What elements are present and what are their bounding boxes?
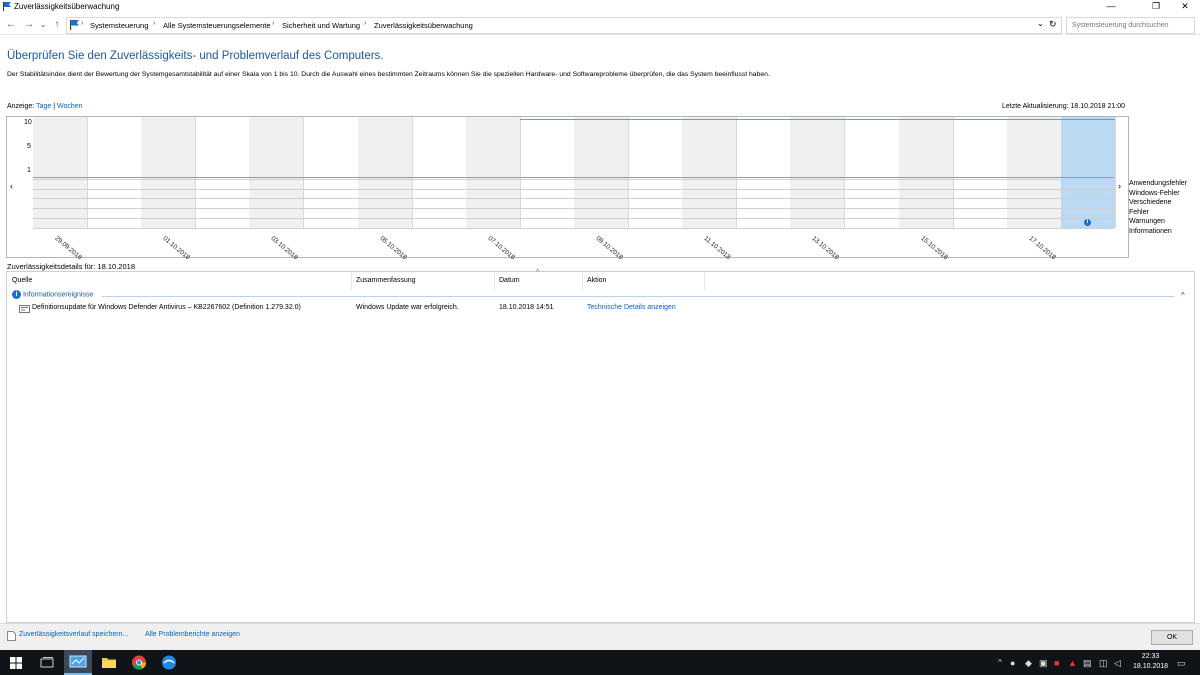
search-placeholder: Systemsteuerung durchsuchen (1072, 22, 1169, 29)
title-bar: Zuverlässigkeitsüberwachung — ❐ ✕ (0, 0, 1200, 14)
row-date: 18.10.2018 14:51 (499, 304, 554, 311)
notification-icon[interactable]: ▭ (1177, 658, 1186, 669)
breadcrumb-systemsteuerung[interactable]: Systemsteuerung (90, 21, 148, 30)
x-tick-label: 01.10.2018 (161, 235, 192, 262)
x-tick-label: 03.10.2018 (269, 235, 300, 262)
view-selector: Anzeige: Tage | Wochen (7, 103, 83, 110)
x-tick-label: 29.09.2018 (53, 235, 83, 262)
legend-anwendungsfehler: Anwendungsfehler (1129, 180, 1187, 187)
x-tick-label: 15.10.2018 (919, 235, 949, 262)
date-axis: 29.09.2018 01.10.2018 03.10.2018 05.10.2018… (7, 117, 1128, 261)
window-title: Zuverlässigkeitsüberwachung (14, 2, 120, 11)
restore-button[interactable]: ❐ (1141, 0, 1171, 14)
details-label: Zuverlässigkeitsdetails für: 18.10.2018 (7, 262, 135, 271)
taskbar: ^ ● ◆ ▣ ■ ▲ ▤ ◫ ◁ 22:33 18.10.2018 ▭ (0, 650, 1200, 675)
x-tick-label: 07.10.2018 (486, 235, 516, 262)
breadcrumb-separator: › (153, 20, 156, 27)
forward-button[interactable]: → (22, 18, 36, 31)
breadcrumb[interactable]: › Systemsteuerung › Alle Systemsteuerung… (66, 17, 1062, 34)
table-row[interactable]: Definitionsupdate für Windows Defender A… (7, 272, 1194, 316)
taskbar-active-app[interactable] (64, 650, 92, 675)
usb-icon[interactable]: ▣ (1039, 658, 1048, 669)
address-bar: ← → ⌄ ↑ › Systemsteuerung › Alle Systems… (0, 15, 1200, 35)
view-label: Anzeige: (7, 103, 35, 110)
clock[interactable]: 22:33 18.10.2018 (1133, 652, 1168, 672)
up-button[interactable]: ↑ (50, 18, 64, 31)
app-icon[interactable] (160, 654, 178, 671)
x-tick-label: 09.10.2018 (594, 235, 624, 262)
windows-start-icon[interactable] (10, 657, 22, 669)
breadcrumb-sicherheit-wartung[interactable]: Sicherheit und Wartung (282, 21, 360, 30)
x-tick-label: 05.10.2018 (378, 235, 408, 262)
volume-icon[interactable]: ◁ (1114, 658, 1121, 669)
view-weeks-link[interactable]: Wochen (57, 103, 83, 110)
row-summary: Windows Update war erfolgreich. (356, 304, 459, 311)
refresh-icon[interactable]: ↻ (1049, 19, 1057, 30)
x-tick-label: 11.10.2018 (702, 235, 732, 261)
legend-windows-fehler: Windows-Fehler (1129, 189, 1180, 197)
all-problem-reports-link[interactable]: Alle Problemberichte anzeigen (145, 631, 240, 638)
breadcrumb-alle-elemente[interactable]: Alle Systemsteuerungselemente (163, 21, 271, 30)
chrome-icon[interactable] (130, 654, 148, 671)
ok-button[interactable]: OK (1151, 630, 1193, 645)
update-icon (19, 305, 30, 313)
page-title: Überprüfen Sie den Zuverlässigkeits- und… (7, 50, 384, 62)
view-divider: | (53, 103, 56, 110)
display-icon[interactable]: ▤ (1083, 658, 1092, 669)
security-icon[interactable]: ▲ (1068, 658, 1077, 668)
footer-bar: Zuverlässigkeitsverlauf speichern... All… (0, 623, 1200, 651)
clock-time: 22:33 (1141, 653, 1160, 660)
save-history-link[interactable]: Zuverlässigkeitsverlauf speichern... (19, 631, 128, 638)
network-app-icon[interactable]: ◆ (1025, 658, 1032, 669)
legend-verschiedene-fehler: Verschiedene Fehler (1129, 199, 1172, 216)
save-document-icon (7, 631, 16, 641)
view-days-link[interactable]: Tage (36, 103, 51, 110)
close-button[interactable]: ✕ (1170, 0, 1200, 14)
reliability-chart[interactable]: 10 5 1 ‹ › i 29.09.2018 01.10.2018 03.10.2… (6, 116, 1187, 261)
reliability-monitor-icon (69, 655, 87, 668)
breadcrumb-separator: › (272, 20, 275, 27)
last-update-label: Letzte Aktualisierung: 18.10.2018 21:00 (1002, 103, 1125, 110)
minimize-button[interactable]: — (1096, 0, 1126, 14)
flag-icon (3, 2, 11, 11)
details-table: ^ Quelle Zusammenfassung Datum Aktion i … (6, 269, 1195, 623)
row-source: Definitionsupdate für Windows Defender A… (32, 304, 301, 311)
recent-locations-button[interactable]: ⌄ (36, 18, 50, 31)
legend-warnungen: Warnungen (1129, 218, 1165, 225)
x-tick-label: 17.10.2018 (1027, 235, 1057, 262)
legend-informationen: Informationen (1129, 227, 1172, 235)
breadcrumb-separator: › (364, 20, 367, 27)
x-tick-label: 13.10.2018 (810, 235, 841, 262)
task-view-icon[interactable] (38, 654, 56, 671)
control-panel-flag-icon (70, 20, 79, 30)
tray-expand-icon[interactable]: ^ (998, 658, 1002, 667)
clock-date: 18.10.2018 (1133, 663, 1169, 670)
breadcrumb-separator: › (81, 20, 84, 27)
back-button[interactable]: ← (4, 18, 18, 31)
page-description: Der Stabilitätsindex dient der Bewertung… (7, 71, 770, 78)
network-icon[interactable]: ◫ (1099, 658, 1108, 669)
antivirus-icon[interactable]: ■ (1054, 658, 1059, 668)
legend: Anwendungsfehler Windows-Fehler Verschie… (1129, 179, 1187, 236)
steam-icon[interactable]: ● (1010, 658, 1015, 668)
search-input[interactable]: Systemsteuerung durchsuchen (1066, 17, 1195, 34)
file-explorer-icon[interactable] (100, 654, 118, 671)
breadcrumb-dropdown-icon[interactable]: ⌄ (1037, 19, 1044, 28)
technical-details-link[interactable]: Technische Details anzeigen (587, 304, 676, 311)
breadcrumb-zuverlaessigkeit[interactable]: Zuverlässigkeitsüberwachung (374, 21, 473, 30)
